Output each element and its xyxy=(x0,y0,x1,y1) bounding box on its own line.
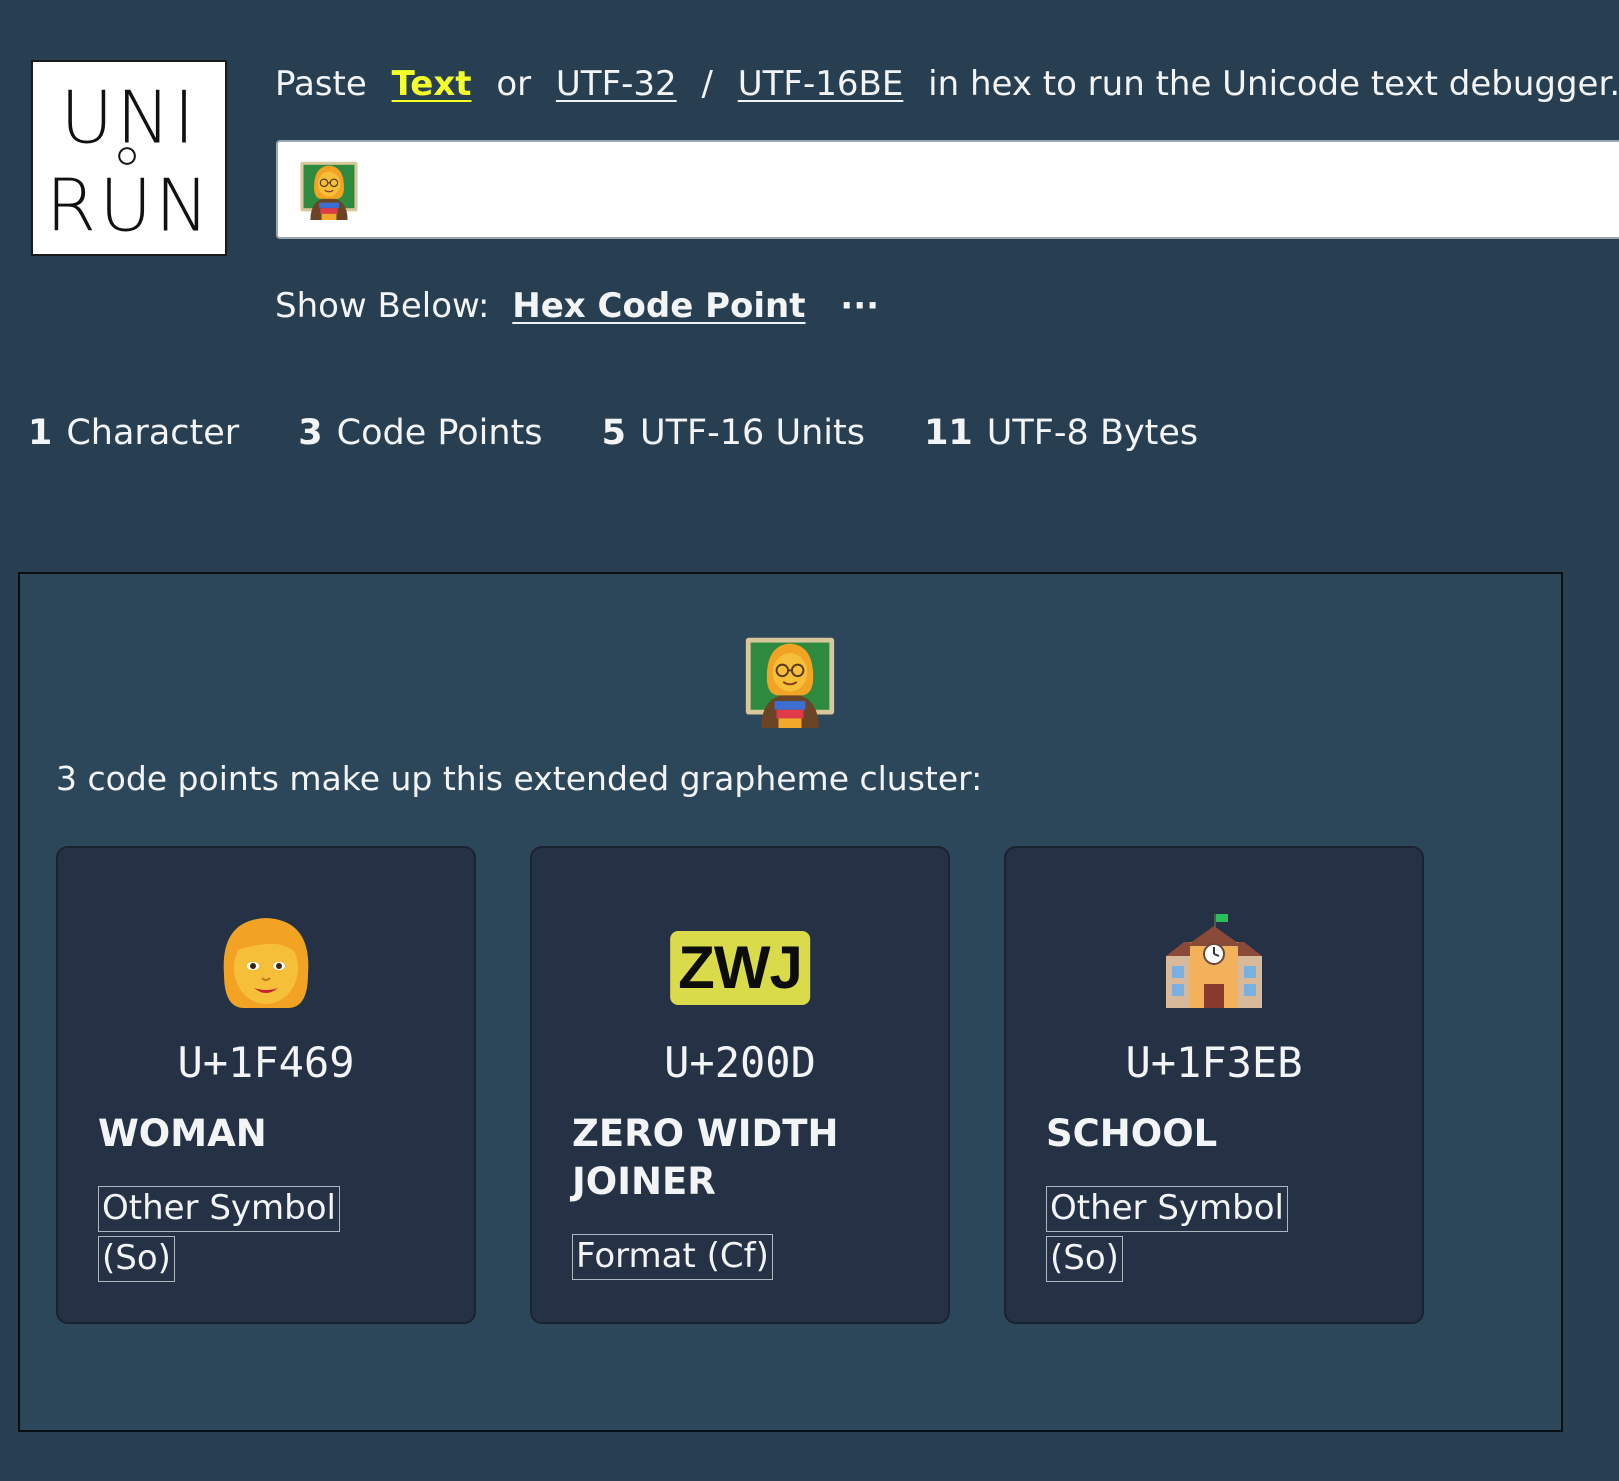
general-category-badge: Other Symbol (So) xyxy=(98,1183,340,1283)
code-point-value: U+200D xyxy=(664,1038,816,1087)
code-point-name: ZERO WIDTH JOINER xyxy=(572,1112,839,1203)
intro-text: Paste Text or UTF-32 / UTF-16BE in hex t… xyxy=(275,64,1619,104)
intro-slash: / xyxy=(701,64,713,104)
woman-emoji-icon xyxy=(223,918,309,1008)
code-point-value: U+1F3EB xyxy=(1125,1038,1303,1087)
woman-teacher-emoji-icon xyxy=(300,161,358,220)
text-stats: 1 Character 3 Code Points 5 UTF-16 Units 11… xyxy=(28,413,1246,453)
school-emoji-icon xyxy=(1166,914,1262,1008)
zwj-glyph-badge: ZWJ xyxy=(670,931,810,1005)
code-point-card[interactable]: U+1F469 WOMAN Other Symbol (So) xyxy=(56,846,476,1324)
code-point-name: SCHOOL xyxy=(1046,1112,1218,1155)
unirun-logo-mark: UNI RUN xyxy=(46,76,212,248)
cluster-description: 3 code points make up this extended grap… xyxy=(56,759,983,798)
intro-prefix: Paste xyxy=(275,64,367,104)
stat-characters: 1 Character xyxy=(28,413,240,453)
text-mode-link[interactable]: Text xyxy=(392,64,472,104)
grapheme-cluster-panel: 3 code points make up this extended grap… xyxy=(18,572,1563,1432)
show-below-row: Show Below: Hex Code Point ··· xyxy=(275,286,879,326)
stat-utf16-units: 5 UTF-16 Units xyxy=(601,413,865,453)
show-below-label: Show Below: xyxy=(275,286,490,326)
stat-utf8-bytes: 11 UTF-8 Bytes xyxy=(924,413,1199,453)
unirun-logo[interactable]: UNI RUN xyxy=(31,60,227,256)
general-category-badge: Other Symbol (So) xyxy=(1046,1183,1288,1283)
display-mode-selector[interactable]: Hex Code Point xyxy=(512,286,805,326)
logo-line-2: RUN xyxy=(46,164,212,248)
stat-code-points: 3 Code Points xyxy=(298,413,543,453)
code-point-card[interactable]: ZWJ U+200D ZERO WIDTH JOINER Format (Cf) xyxy=(530,846,950,1324)
code-point-card[interactable]: U+1F3EB SCHOOL Other Symbol (So) xyxy=(1004,846,1424,1324)
text-input[interactable] xyxy=(276,140,1619,239)
more-options-button[interactable]: ··· xyxy=(840,286,879,326)
intro-suffix: in hex to run the Unicode text debugger. xyxy=(928,64,1619,104)
utf32-mode-link[interactable]: UTF-32 xyxy=(556,64,677,104)
code-point-name: WOMAN xyxy=(98,1112,267,1155)
utf16be-mode-link[interactable]: UTF-16BE xyxy=(738,64,904,104)
woman-teacher-emoji-icon xyxy=(745,637,835,728)
code-point-value: U+1F469 xyxy=(177,1038,355,1087)
general-category-badge: Format (Cf) xyxy=(572,1231,810,1281)
intro-or: or xyxy=(496,64,532,104)
